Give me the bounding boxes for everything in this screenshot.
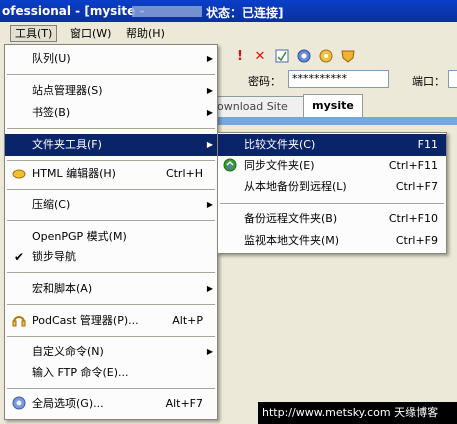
tab-download-site[interactable]: ownload Site	[210, 96, 310, 117]
gear-icon	[11, 396, 27, 412]
edit-icon[interactable]	[274, 49, 290, 65]
menu-separator	[7, 336, 215, 338]
menu-item-compress[interactable]: 压缩(C) ▶	[5, 194, 217, 216]
menu-item-html-editor[interactable]: HTML 编辑器(H) Ctrl+H	[5, 163, 217, 185]
toolbar: ! ✕	[216, 44, 457, 68]
menu-item-label: 比较文件夹(C)	[244, 138, 316, 151]
submenu-arrow-icon: ▶	[206, 140, 213, 149]
menu-separator	[7, 74, 215, 76]
submenu-arrow-icon: ▶	[206, 54, 213, 63]
menu-window[interactable]: 窗口(W)	[66, 26, 115, 41]
menu-item-shortcut: Ctrl+F11	[388, 159, 438, 172]
menu-item-openpgp[interactable]: OpenPGP 模式(M)	[5, 226, 217, 248]
submenu-item-compare-folders[interactable]: 比较文件夹(C) F11	[218, 134, 446, 156]
menu-item-label: 监视本地文件夹(M)	[244, 234, 340, 247]
tools-menu: 队列(U) ▶ 站点管理器(S) ▶ 书签(B) ▶ 文件夹工具(F) ▶ HT…	[4, 44, 218, 420]
menu-item-label: 输入 FTP 命令(E)...	[32, 366, 129, 379]
menu-item-site-manager[interactable]: 站点管理器(S) ▶	[5, 80, 217, 102]
menu-item-folder-tools[interactable]: 文件夹工具(F) ▶	[5, 134, 217, 156]
menu-item-label: 书签(B)	[32, 106, 71, 119]
menu-item-label: 从本地备份到远程(L)	[244, 180, 347, 193]
checkmark-icon: ✔	[13, 250, 25, 264]
menu-separator	[220, 203, 444, 205]
menu-item-custom-commands[interactable]: 自定义命令(N) ▶	[5, 341, 217, 363]
menu-item-label: 宏和脚本(A)	[32, 282, 93, 295]
menu-separator	[7, 388, 215, 390]
tab-strip	[216, 117, 457, 125]
port-input[interactable]	[448, 70, 457, 88]
submenu-item-monitor-local[interactable]: 监视本地文件夹(M) Ctrl+F9	[218, 230, 446, 252]
menu-item-shortcut: Ctrl+F9	[395, 234, 438, 247]
submenu-arrow-icon: ▶	[206, 86, 213, 95]
menu-item-label: 自定义命令(N)	[32, 345, 104, 358]
menu-item-podcast[interactable]: PodCast 管理器(P)... Alt+P	[5, 310, 217, 332]
menu-separator	[7, 272, 215, 274]
menu-item-label: 压缩(C)	[32, 198, 71, 211]
submenu-arrow-icon: ▶	[206, 200, 213, 209]
tab-mysite[interactable]: mysite	[303, 94, 363, 118]
menu-item-macros[interactable]: 宏和脚本(A) ▶	[5, 278, 217, 300]
menu-item-label: PodCast 管理器(P)...	[32, 314, 139, 327]
menu-item-label: OpenPGP 模式(M)	[32, 230, 127, 243]
menu-item-shortcut: Alt+P	[172, 314, 203, 327]
menu-item-shortcut: Ctrl+F7	[395, 180, 438, 193]
submenu-arrow-icon: ▶	[206, 108, 213, 117]
html-editor-icon	[11, 166, 27, 182]
menu-bar: 工具(T) 窗口(W) 帮助(H)	[0, 22, 457, 45]
port-label: 端口：	[412, 75, 445, 88]
submenu-arrow-icon: ▶	[206, 284, 213, 293]
menu-item-label: HTML 编辑器(H)	[32, 167, 116, 180]
menu-separator	[7, 304, 215, 306]
title-bar: ofessional - [mysite - 状态：已连接]	[0, 0, 457, 22]
menu-separator	[7, 220, 215, 222]
menu-item-label: 站点管理器(S)	[32, 84, 103, 97]
menu-item-label: 队列(U)	[32, 52, 71, 65]
exclamation-icon[interactable]: !	[232, 49, 248, 65]
submenu-item-backup-local[interactable]: 从本地备份到远程(L) Ctrl+F7	[218, 176, 446, 198]
menu-item-label: 全局选项(G)...	[32, 397, 104, 410]
window-title: ofessional - [mysite -	[2, 4, 145, 18]
menu-item-label: 文件夹工具(F)	[32, 138, 102, 151]
menu-item-label: 同步文件夹(E)	[244, 159, 315, 172]
menu-item-shortcut: Ctrl+F10	[388, 212, 438, 225]
folder-tools-submenu: 比较文件夹(C) F11 同步文件夹(E) Ctrl+F11 从本地备份到远程(…	[217, 132, 447, 254]
delete-icon[interactable]: ✕	[252, 49, 268, 65]
menu-item-queue[interactable]: 队列(U) ▶	[5, 48, 217, 70]
menu-item-bookmarks[interactable]: 书签(B) ▶	[5, 102, 217, 124]
sync-icon	[222, 158, 238, 174]
menu-item-lock-nav[interactable]: ✔ 锁步导航	[5, 246, 217, 268]
menu-separator	[7, 189, 215, 191]
connection-status: 状态：已连接]	[206, 6, 284, 20]
menu-item-shortcut: Alt+F7	[165, 397, 203, 410]
password-input[interactable]: **********	[288, 70, 389, 88]
redacted-host	[132, 6, 202, 17]
menu-item-label: 备份远程文件夹(B)	[244, 212, 338, 225]
menu-item-label: 锁步导航	[32, 250, 76, 263]
menu-separator	[7, 160, 215, 162]
menu-tools[interactable]: 工具(T)	[10, 25, 58, 42]
menu-item-shortcut: F11	[417, 138, 438, 151]
submenu-item-sync-folders[interactable]: 同步文件夹(E) Ctrl+F11	[218, 155, 446, 177]
menu-item-global-options[interactable]: 全局选项(G)... Alt+F7	[5, 393, 217, 415]
menu-item-ftp-command[interactable]: 输入 FTP 命令(E)...	[5, 362, 217, 384]
shield-icon[interactable]	[340, 49, 356, 65]
podcast-icon[interactable]	[318, 49, 334, 65]
password-label: 密码：	[248, 75, 281, 88]
watermark: http://www.metsky.com 天缘博客	[258, 402, 457, 424]
settings-icon[interactable]	[296, 49, 312, 65]
submenu-arrow-icon: ▶	[206, 347, 213, 356]
headphones-icon	[11, 313, 27, 329]
menu-separator	[7, 128, 215, 130]
menu-item-shortcut: Ctrl+H	[165, 167, 203, 180]
submenu-item-backup-remote[interactable]: 备份远程文件夹(B) Ctrl+F10	[218, 208, 446, 230]
menu-help[interactable]: 帮助(H)	[122, 26, 169, 41]
